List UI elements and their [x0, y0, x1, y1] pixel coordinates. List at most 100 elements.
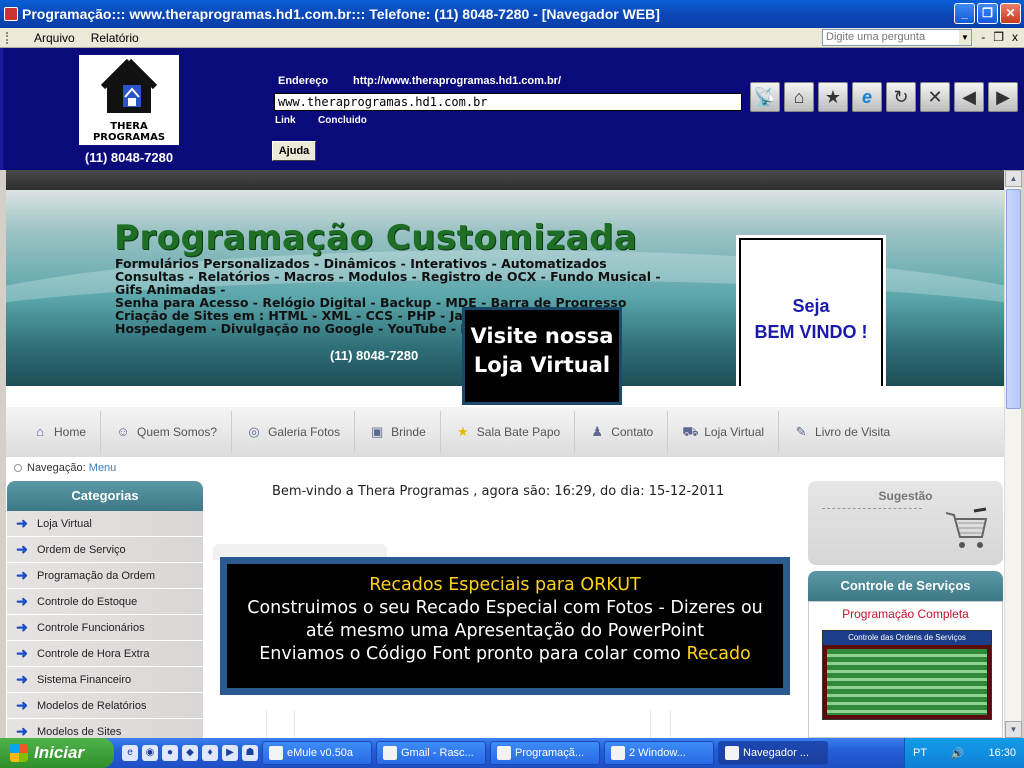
ask-question-input[interactable]: Digite uma pergunta ▼	[822, 29, 972, 46]
favorites-icon[interactable]: ★	[818, 82, 848, 112]
nav-galeria-fotos[interactable]: ◎ Galeria Fotos	[232, 411, 356, 453]
scroll-thumb[interactable]	[1006, 189, 1021, 409]
app-icon[interactable]: ☗	[242, 745, 258, 761]
mdi-close-button[interactable]: x	[1012, 30, 1018, 44]
nav-livro-de-visita[interactable]: ✎ Livro de Visita	[779, 411, 904, 453]
nav-label: Home	[54, 425, 87, 439]
nav-home[interactable]: ⌂ Home	[18, 411, 102, 453]
vertical-scrollbar[interactable]: ▲ ▼	[1004, 170, 1022, 738]
nav-loja-virtual[interactable]: ⛟ Loja Virtual	[668, 411, 780, 453]
volume-icon[interactable]: 🔊	[951, 747, 965, 760]
help-button[interactable]: Ajuda	[272, 141, 316, 161]
category-item[interactable]: ➜ Sistema Financeiro	[7, 667, 203, 693]
visit-store-line-1: Visite nossa	[470, 324, 614, 348]
arrow-right-icon: ➜	[16, 541, 28, 557]
ask-placeholder: Digite uma pergunta	[826, 31, 926, 43]
orkut-promo-inner: Recados Especiais para ORKUT Construimos…	[227, 564, 783, 688]
guestbook-icon: ✎	[795, 424, 807, 439]
minimize-button[interactable]: _	[954, 3, 975, 24]
visit-store-line-2: Loja Virtual	[473, 353, 611, 377]
app-icon[interactable]: ▶	[222, 745, 238, 761]
category-item[interactable]: ➜ Programação da Ordem	[7, 563, 203, 589]
maximize-button[interactable]: ❐	[977, 3, 998, 24]
services-control-panel[interactable]: Programação Completa Controle das Ordens…	[808, 601, 1003, 738]
divider	[650, 710, 651, 738]
home-icon[interactable]: ⌂	[784, 82, 814, 112]
forward-icon[interactable]: ▶	[988, 82, 1018, 112]
category-item[interactable]: ➜ Loja Virtual	[7, 511, 203, 537]
task-label: eMule v0.50a	[287, 747, 354, 759]
ask-dropdown-icon[interactable]: ▼	[959, 30, 971, 45]
task-programacao[interactable]: Programaçã...	[490, 741, 600, 765]
start-button[interactable]: Iniciar	[0, 738, 114, 768]
divider	[294, 710, 295, 738]
ie-icon[interactable]: e	[852, 82, 882, 112]
media-icon[interactable]: ●	[162, 745, 178, 761]
scroll-up-icon[interactable]: ▲	[1005, 170, 1022, 187]
nav-brinde[interactable]: ▣ Brinde	[355, 411, 441, 453]
app-icon[interactable]: ♦	[202, 745, 218, 761]
category-item[interactable]: ➜ Controle do Estoque	[7, 589, 203, 615]
services-screenshot-rows	[827, 649, 987, 715]
windows-logo-icon	[10, 744, 28, 762]
menu-bar: Arquivo Relatório Digite uma pergunta ▼ …	[0, 28, 1024, 48]
visit-store-button[interactable]: Visite nossa Loja Virtual	[462, 307, 622, 405]
refresh-icon[interactable]: ↻	[886, 82, 916, 112]
category-label: Modelos de Relatórios	[37, 699, 147, 712]
mdi-minimize-button[interactable]: -	[981, 30, 985, 44]
address-input[interactable]	[274, 93, 742, 111]
category-item[interactable]: ➜ Controle de Hora Extra	[7, 641, 203, 667]
nav-contato[interactable]: ♟ Contato	[575, 411, 669, 453]
suggestion-box[interactable]: Sugestão	[808, 481, 1003, 565]
services-screenshot-title: Controle das Ordens de Serviços	[823, 631, 991, 645]
star-icon: ★	[456, 424, 469, 439]
clock[interactable]: 16:30	[988, 747, 1016, 759]
task-windows-group[interactable]: 2 Window...	[604, 741, 714, 765]
close-button[interactable]: ✕	[1000, 3, 1021, 24]
current-url: http://www.theraprogramas.hd1.com.br/	[353, 75, 562, 87]
nav-label: Contato	[611, 425, 654, 439]
ie-icon	[383, 746, 397, 760]
task-navegador[interactable]: Navegador ...	[718, 741, 828, 765]
breadcrumb-menu-link[interactable]: Menu	[89, 462, 117, 474]
banner-phone: (11) 8048-7280	[330, 348, 419, 363]
firefox-icon[interactable]: ◉	[142, 745, 158, 761]
nav-quem-somos[interactable]: ☺ Quem Somos?	[101, 411, 233, 453]
divider	[266, 710, 267, 738]
nav-label: Loja Virtual	[704, 425, 765, 439]
orkut-line: Construimos o seu Recado Especial com Fo…	[247, 598, 763, 618]
welcome-message: Bem-vindo a Thera Programas , agora são:…	[272, 484, 725, 499]
language-indicator[interactable]: PT	[913, 747, 927, 759]
page-top-band	[6, 170, 1004, 190]
car-icon: ⛟	[682, 424, 699, 439]
ie-icon[interactable]: e	[122, 745, 138, 761]
task-label: Programaçã...	[515, 747, 585, 759]
category-label: Controle de Hora Extra	[37, 647, 150, 660]
stop-icon[interactable]: ✕	[920, 82, 950, 112]
house-logo-icon	[100, 58, 158, 113]
nav-label: Livro de Visita	[815, 425, 891, 439]
category-label: Ordem de Serviço	[37, 543, 126, 556]
nav-label: Quem Somos?	[137, 425, 218, 439]
satellite-icon[interactable]: 📡	[750, 82, 780, 112]
app-icon[interactable]: ◆	[182, 745, 198, 761]
orkut-title: Recados Especiais para ORKUT	[369, 575, 641, 595]
menu-arquivo[interactable]: Arquivo	[26, 31, 83, 45]
task-emule[interactable]: eMule v0.50a	[262, 741, 372, 765]
nav-sala-bate-papo[interactable]: ★ Sala Bate Papo	[441, 411, 576, 453]
category-item[interactable]: ➜ Modelos de Sites	[7, 719, 203, 738]
category-label: Controle Funcionários	[37, 621, 145, 634]
mdi-restore-button[interactable]: ❐	[993, 30, 1004, 44]
back-icon[interactable]: ◀	[954, 82, 984, 112]
task-gmail[interactable]: Gmail - Rasc...	[376, 741, 486, 765]
address-label: Endereço	[278, 75, 329, 87]
scroll-down-icon[interactable]: ▼	[1005, 721, 1022, 738]
category-item[interactable]: ➜ Modelos de Relatórios	[7, 693, 203, 719]
category-item[interactable]: ➜ Controle Funcionários	[7, 615, 203, 641]
category-item[interactable]: ➜ Ordem de Serviço	[7, 537, 203, 563]
task-label: Navegador ...	[743, 747, 810, 759]
arrow-right-icon: ➜	[16, 567, 28, 583]
services-screenshot[interactable]: Controle das Ordens de Serviços	[822, 630, 992, 720]
menu-relatorio[interactable]: Relatório	[83, 31, 147, 45]
orkut-promo-box[interactable]: Recados Especiais para ORKUT Construimos…	[220, 557, 790, 695]
